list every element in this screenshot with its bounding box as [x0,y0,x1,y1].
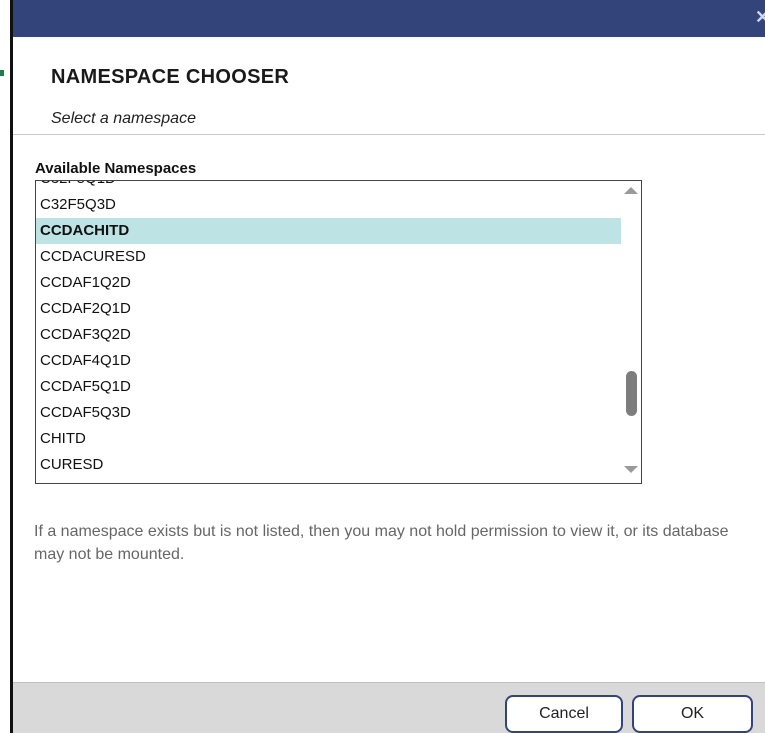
namespace-list-item[interactable]: CCDAF4Q1D [36,348,621,374]
background-window-accent [0,70,4,76]
scroll-up-arrow-icon[interactable] [624,187,638,194]
scroll-thumb[interactable] [626,371,637,416]
namespace-list-items: C32F5Q1DC32F5Q3DCCDACHITDCCDACURESDCCDAF… [36,181,621,478]
permission-note: If a namespace exists but is not listed,… [34,523,729,563]
namespace-list-label: Available Namespaces [35,160,197,177]
dialog-titlebar: ✕ [13,0,765,37]
scroll-down-arrow-icon[interactable] [624,466,638,473]
namespace-listbox[interactable]: C32F5Q1DC32F5Q3DCCDACHITDCCDACURESDCCDAF… [35,180,642,484]
namespace-list-item[interactable]: CCDAF5Q1D [36,374,621,400]
namespace-list-item[interactable]: CCDAF5Q3D [36,400,621,426]
namespace-list-item[interactable]: CCDACURESD [36,244,621,270]
list-scrollbar[interactable] [621,181,641,483]
namespace-list-item[interactable]: CURESD [36,452,621,478]
namespace-list-item[interactable]: CCDACHITD [36,218,621,244]
divider [13,134,765,135]
cancel-button[interactable]: Cancel [505,695,623,733]
namespace-list-item[interactable]: C32F5Q1D [36,181,621,192]
namespace-list-item[interactable]: CCDAF3Q2D [36,322,621,348]
close-icon[interactable]: ✕ [755,6,765,28]
background-window-edge [0,0,10,733]
dialog-footer: Cancel OK [13,682,765,733]
namespace-list-item[interactable]: CHITD [36,426,621,452]
dialog-subtitle: Select a namespace [51,110,196,127]
namespace-list-item[interactable]: CCDAF2Q1D [36,296,621,322]
namespace-list-item[interactable]: CCDAF1Q2D [36,270,621,296]
dialog-title: NAMESPACE CHOOSER [51,66,290,88]
namespace-list-item[interactable]: C32F5Q3D [36,192,621,218]
ok-button[interactable]: OK [632,695,753,733]
namespace-chooser-dialog: ✕ NAMESPACE CHOOSER Select a namespace A… [10,0,765,733]
